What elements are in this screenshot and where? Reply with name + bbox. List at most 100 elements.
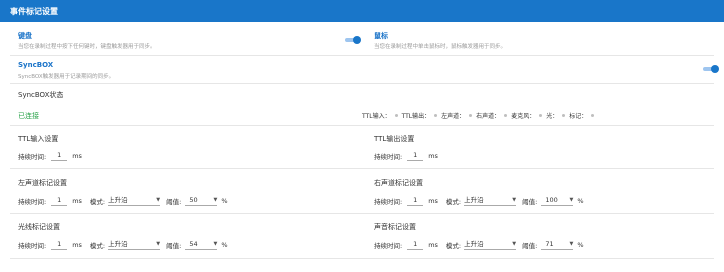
- dropdown-arrow-icon: ▼: [569, 197, 574, 203]
- mouse-title: 鼠标: [374, 32, 388, 40]
- divider: [10, 83, 714, 84]
- dropdown-arrow-icon: ▼: [512, 241, 517, 247]
- sound-row: 持续时间: 1 ms 模式: 上升沿 ▼ 阈值: 71 ▼ %: [374, 240, 584, 250]
- status-dot: [434, 114, 438, 117]
- sound-mode-select[interactable]: 上升沿 ▼: [464, 240, 517, 250]
- duration-label: 持续时间:: [374, 242, 403, 250]
- duration-label: 持续时间:: [18, 153, 47, 161]
- sound-duration-input[interactable]: 1: [407, 240, 424, 250]
- toggle-knob: [711, 65, 719, 73]
- ttl-out-row: 持续时间: 1 ms: [374, 151, 438, 161]
- sound-title: 声音标记设置: [374, 223, 416, 231]
- right-channel-threshold-select[interactable]: 100 ▼: [541, 196, 574, 206]
- mode-value: 上升沿: [464, 196, 484, 204]
- right-channel-duration-input[interactable]: 1: [407, 196, 424, 206]
- dropdown-arrow-icon: ▼: [213, 241, 218, 247]
- status-dot: [469, 114, 473, 117]
- unit-label: ms: [72, 197, 82, 205]
- mode-label: 模式:: [89, 242, 106, 250]
- mouse-desc: 当您在录制过程中单击鼠标时，鼠标触发器用于同步。: [374, 44, 507, 50]
- light-threshold-select[interactable]: 54 ▼: [185, 240, 218, 250]
- indicator-label: 右声道：: [476, 113, 501, 120]
- indicator-label: 光：: [546, 113, 559, 120]
- status-dot: [504, 114, 508, 117]
- right-channel-title: 右声道标记设置: [374, 179, 423, 187]
- percent-label: %: [577, 241, 584, 249]
- threshold-label: 阈值:: [522, 242, 538, 250]
- indicator-label: 左声道：: [441, 113, 466, 120]
- duration-label: 持续时间:: [18, 242, 47, 250]
- ttl-in-title: TTL输入设置: [18, 135, 59, 143]
- syncbox-toggle[interactable]: [703, 65, 719, 73]
- syncbox-title: SyncBOX: [18, 61, 54, 69]
- dropdown-arrow-icon: ▼: [569, 241, 574, 247]
- syncbox-desc: SyncBOX触发器用于记录期间的同步。: [18, 74, 115, 80]
- indicator-label: TTL输入：: [362, 113, 391, 120]
- sound-threshold-select[interactable]: 71 ▼: [541, 240, 574, 250]
- mode-label: 模式:: [445, 198, 462, 206]
- unit-label: ms: [428, 197, 438, 205]
- mode-value: 上升沿: [464, 240, 484, 248]
- status-dot: [591, 114, 595, 117]
- percent-label: %: [577, 197, 584, 205]
- left-channel-duration-input[interactable]: 1: [51, 196, 68, 206]
- dropdown-arrow-icon: ▼: [156, 241, 161, 247]
- toggle-knob: [353, 36, 361, 44]
- light-mode-select[interactable]: 上升沿 ▼: [108, 240, 161, 250]
- unit-label: ms: [428, 152, 438, 160]
- duration-label: 持续时间:: [374, 153, 403, 161]
- threshold-label: 阈值:: [522, 198, 538, 206]
- divider: [10, 258, 714, 259]
- ttl-in-row: 持续时间: 1 ms: [18, 151, 82, 161]
- status-dot: [539, 114, 543, 117]
- unit-label: ms: [428, 241, 438, 249]
- indicator-label: 麦克风：: [511, 113, 536, 120]
- indicator-label: TTL输出：: [401, 113, 431, 120]
- unit-label: ms: [72, 152, 82, 160]
- status-indicators: TTL输入： TTL输出： 左声道： 右声道： 麦克风： 光： 标记：: [362, 111, 598, 120]
- right-channel-row: 持续时间: 1 ms 模式: 上升沿 ▼ 阈值: 100 ▼ %: [374, 196, 584, 206]
- divider: [10, 55, 714, 56]
- left-channel-title: 左声道标记设置: [18, 179, 67, 187]
- light-duration-input[interactable]: 1: [51, 240, 68, 250]
- page-title: 事件标记设置: [10, 6, 58, 16]
- mode-label: 模式:: [89, 198, 106, 206]
- light-row: 持续时间: 1 ms 模式: 上升沿 ▼ 阈值: 54 ▼ %: [18, 240, 228, 250]
- divider: [10, 168, 714, 169]
- light-title: 光线标记设置: [18, 223, 60, 231]
- dropdown-arrow-icon: ▼: [213, 197, 218, 203]
- threshold-value: 100: [545, 196, 558, 204]
- dropdown-arrow-icon: ▼: [512, 197, 517, 203]
- dropdown-arrow-icon: ▼: [156, 197, 161, 203]
- threshold-value: 50: [189, 196, 198, 204]
- mode-value: 上升沿: [108, 240, 128, 248]
- status-dot: [562, 114, 566, 117]
- left-channel-mode-select[interactable]: 上升沿 ▼: [108, 196, 161, 206]
- keyboard-title: 键盘: [18, 32, 32, 40]
- left-channel-row: 持续时间: 1 ms 模式: 上升沿 ▼ 阈值: 50 ▼ %: [18, 196, 228, 206]
- percent-label: %: [221, 241, 228, 249]
- left-channel-threshold-select[interactable]: 50 ▼: [185, 196, 218, 206]
- status-dot: [394, 114, 398, 117]
- mode-label: 模式:: [445, 242, 462, 250]
- ttl-out-title: TTL输出设置: [374, 135, 415, 143]
- threshold-label: 阈值:: [166, 242, 182, 250]
- keyboard-toggle[interactable]: [345, 36, 361, 44]
- syncbox-status-label: SyncBOX状态: [18, 91, 64, 99]
- threshold-value: 71: [545, 240, 554, 248]
- indicator-label: 标记：: [569, 113, 588, 120]
- threshold-value: 54: [189, 240, 198, 248]
- page-header: 事件标记设置: [0, 0, 724, 22]
- threshold-label: 阈值:: [166, 198, 182, 206]
- mode-value: 上升沿: [108, 196, 128, 204]
- divider: [10, 213, 714, 214]
- syncbox-status-value: 已连接: [18, 112, 39, 120]
- right-channel-mode-select[interactable]: 上升沿 ▼: [464, 196, 517, 206]
- percent-label: %: [221, 197, 228, 205]
- unit-label: ms: [72, 241, 82, 249]
- duration-label: 持续时间:: [18, 198, 47, 206]
- divider: [10, 125, 714, 126]
- keyboard-desc: 当您在录制过程中按下任何键时，键盘触发器用于同步。: [18, 44, 156, 50]
- ttl-out-duration-input[interactable]: 1: [407, 151, 424, 161]
- ttl-in-duration-input[interactable]: 1: [51, 151, 68, 161]
